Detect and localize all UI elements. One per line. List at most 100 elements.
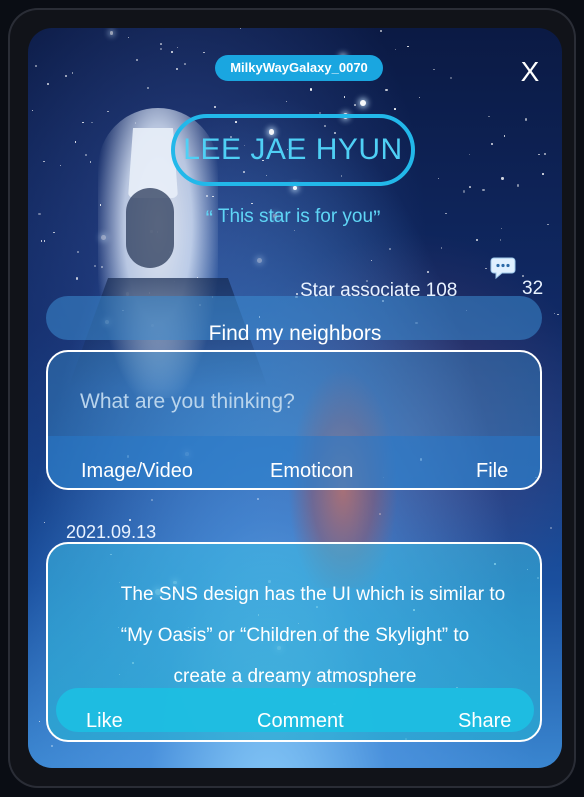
character-face xyxy=(126,188,174,268)
star-dot xyxy=(440,247,443,249)
star-dot xyxy=(53,232,55,234)
star-dot xyxy=(175,67,178,70)
emoticon-button[interactable]: Emoticon xyxy=(270,460,353,483)
star-dot xyxy=(82,121,84,124)
username-badge[interactable]: MilkyWayGalaxy_0070 xyxy=(215,55,383,81)
share-button[interactable]: Share xyxy=(458,710,511,733)
star-dot xyxy=(35,64,38,67)
star-dot xyxy=(517,184,520,187)
star-dot xyxy=(407,45,409,48)
star-dot xyxy=(438,177,440,180)
star-dot xyxy=(476,239,478,241)
star-dot xyxy=(462,190,466,193)
star-dot xyxy=(293,186,297,191)
star-dot xyxy=(538,153,540,156)
close-button[interactable]: X xyxy=(516,58,544,86)
star-dot xyxy=(256,257,263,264)
star-dot xyxy=(491,143,494,146)
star-dot xyxy=(135,58,138,61)
star-dot xyxy=(557,313,560,316)
star-dot xyxy=(482,189,485,192)
star-dot xyxy=(107,110,109,112)
star-dot xyxy=(94,265,96,267)
quote-close-mark: ” xyxy=(373,206,381,231)
star-dot xyxy=(160,43,162,45)
star-dot xyxy=(394,49,397,51)
star-dot xyxy=(51,745,53,748)
star-dot xyxy=(543,153,547,156)
star-dot xyxy=(450,77,452,79)
post-body-line-2: “My Oasis” or “Children of the Skylight”… xyxy=(28,615,562,656)
star-dot xyxy=(43,160,45,163)
post-date: 2021.09.13 xyxy=(66,522,157,542)
star-dot xyxy=(64,74,67,77)
star-dot xyxy=(43,239,46,242)
star-dot xyxy=(501,177,504,180)
image-video-button[interactable]: Image/Video xyxy=(81,460,193,483)
star-dot xyxy=(285,100,288,103)
star-dot xyxy=(147,86,150,90)
star-dot xyxy=(501,228,503,230)
star-dot xyxy=(521,275,524,278)
quote-text: This star is for you xyxy=(217,206,374,227)
star-dot xyxy=(71,72,74,74)
star-dot xyxy=(150,498,154,501)
star-dot xyxy=(370,259,373,262)
post-line: The SNS design has the UI which is simil… xyxy=(120,584,506,605)
star-dot xyxy=(469,153,471,155)
star-dot xyxy=(296,292,299,295)
star-dot xyxy=(379,29,383,32)
find-neighbors-button[interactable]: Find my neighbors xyxy=(28,322,562,346)
star-dot xyxy=(60,164,62,166)
star-dot xyxy=(433,68,435,71)
star-dot xyxy=(128,518,131,521)
file-button[interactable]: File xyxy=(476,460,508,483)
star-dot xyxy=(91,122,93,124)
star-dot xyxy=(240,28,242,30)
star-dot xyxy=(203,51,205,54)
star-dot xyxy=(213,105,217,108)
star-dot xyxy=(360,100,367,107)
star-dot xyxy=(394,108,396,110)
star-dot xyxy=(485,267,487,269)
star-dot xyxy=(541,173,544,176)
like-button[interactable]: Like xyxy=(86,710,123,733)
star-dot xyxy=(85,153,88,157)
star-dot xyxy=(251,202,253,204)
star-dot xyxy=(38,212,41,215)
star-dot xyxy=(385,89,388,92)
chat-bubble-icon[interactable] xyxy=(490,256,516,280)
star-dot xyxy=(38,720,41,723)
star-dot xyxy=(44,522,46,524)
star-dot xyxy=(74,141,77,143)
star-dot xyxy=(127,36,129,38)
star-dot xyxy=(41,240,43,242)
star-dot xyxy=(309,88,313,91)
star-dot xyxy=(343,96,345,98)
close-icon: X xyxy=(520,56,540,87)
star-dot xyxy=(469,186,471,188)
star-dot xyxy=(31,109,34,112)
quote-open-mark: “ xyxy=(205,206,213,231)
profile-quote: “ This star is for you” xyxy=(188,206,398,232)
star-dot xyxy=(354,104,357,106)
star-dot xyxy=(553,312,556,314)
display-name: LEE JAE HYUN xyxy=(171,114,415,186)
post-body: The SNS design has the UI which is simil… xyxy=(78,574,548,615)
star-dot xyxy=(46,83,49,85)
star-dot xyxy=(75,277,79,280)
star-dot xyxy=(257,498,260,501)
star-dot xyxy=(488,115,490,118)
star-dot xyxy=(524,118,528,121)
post-input[interactable]: What are you thinking? xyxy=(80,390,295,414)
star-dot xyxy=(547,223,549,225)
comment-button[interactable]: Comment xyxy=(257,710,344,733)
star-dot xyxy=(426,270,430,273)
post-line: “My Oasis” or “Children of the Skylight”… xyxy=(120,625,470,646)
star-dot xyxy=(389,247,392,250)
star-dot xyxy=(445,212,447,214)
star-dot xyxy=(503,135,506,137)
star-dot xyxy=(419,96,421,99)
star-dot xyxy=(177,47,179,49)
profile-screen: MilkyWayGalaxy_0070 X LEE JAE HYUN “ Thi… xyxy=(28,28,562,768)
